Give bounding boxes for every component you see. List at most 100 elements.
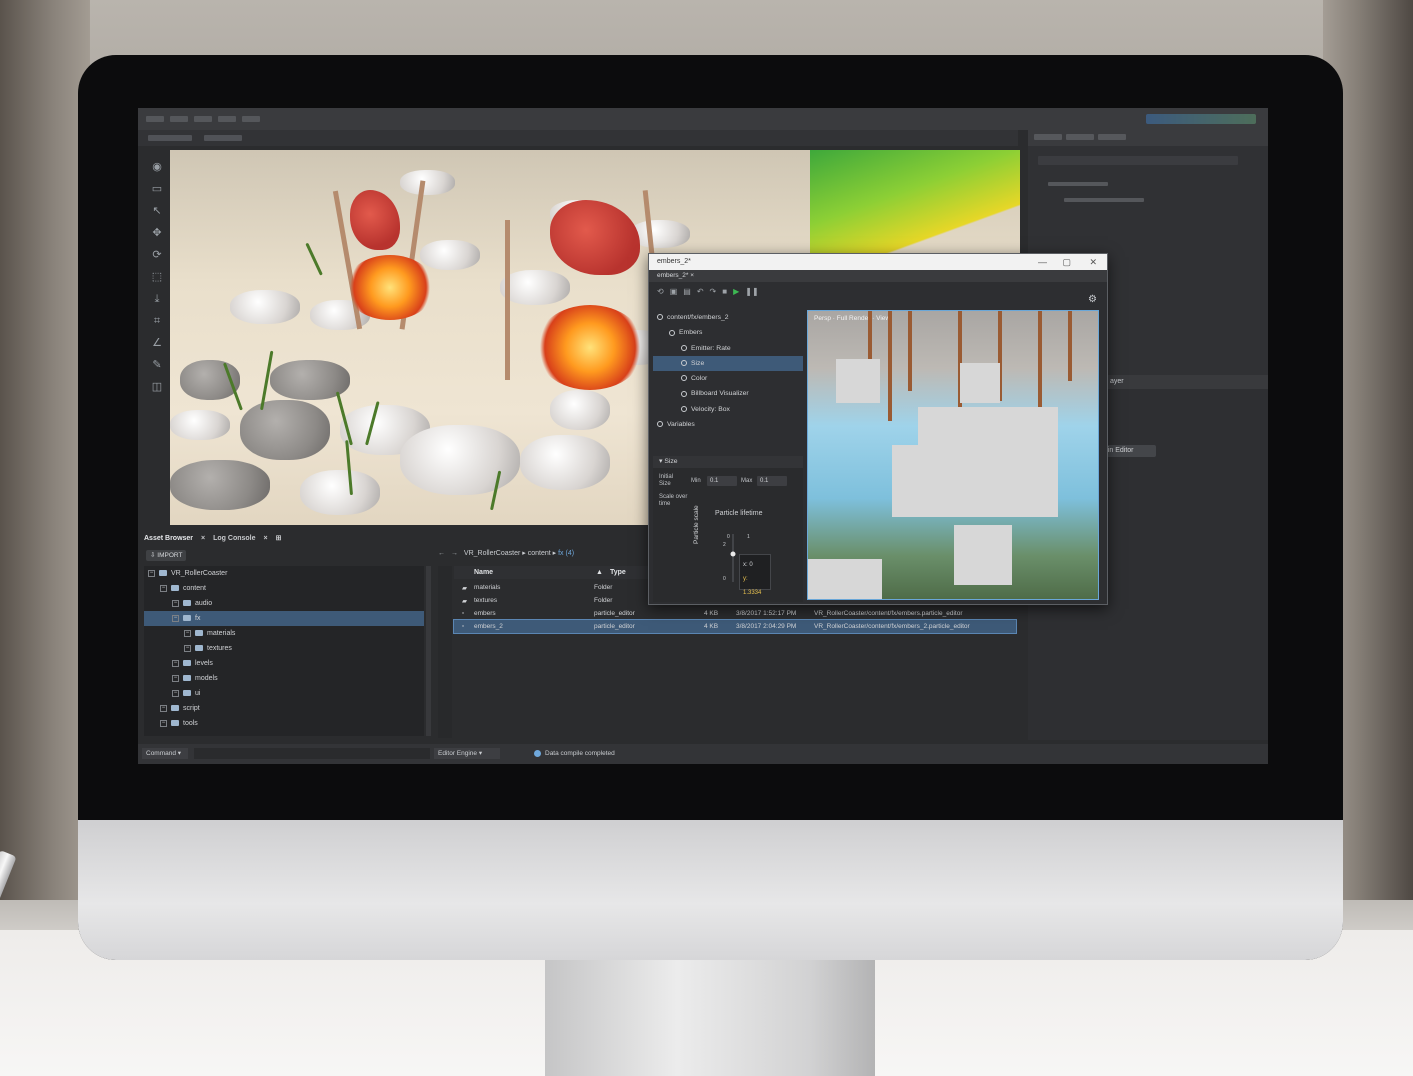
particle-tree-item[interactable]: Color: [653, 371, 803, 386]
particle-editor-titlebar[interactable]: embers_2* — ▢ ✕: [649, 254, 1107, 270]
particle-tree-item[interactable]: Velocity: Box: [653, 402, 803, 417]
size-section-header[interactable]: ▾ Size: [653, 456, 803, 468]
back-arrow-icon[interactable]: ←: [438, 550, 445, 557]
close-icon[interactable]: ×: [264, 535, 268, 542]
particle-tree-item[interactable]: Variables: [653, 417, 803, 432]
editor-tab[interactable]: embers_2*: [657, 272, 688, 279]
particle-tree-label: Velocity: Box: [691, 405, 730, 413]
brush-icon[interactable]: ✎: [150, 358, 164, 372]
close-icon[interactable]: ×: [201, 535, 205, 542]
column-type[interactable]: Type: [610, 569, 626, 576]
outliner-tab[interactable]: [1098, 134, 1126, 140]
snap-icon[interactable]: ⌗: [150, 314, 164, 328]
angle-icon[interactable]: ∠: [150, 336, 164, 350]
save-icon[interactable]: ▤: [683, 287, 691, 296]
tree-item[interactable]: − materials: [144, 626, 424, 641]
open-folder-icon[interactable]: ▣: [670, 287, 678, 296]
menu-item[interactable]: [242, 116, 260, 122]
command-dropdown[interactable]: Command ▾: [142, 748, 188, 759]
curve-keyframe[interactable]: [730, 551, 736, 557]
maximize-icon[interactable]: ▢: [1062, 254, 1071, 270]
viewport-tab[interactable]: [204, 135, 242, 141]
redo-icon[interactable]: ↷: [710, 287, 717, 296]
particle-tree-item[interactable]: Emitter: Rate: [653, 341, 803, 356]
import-button[interactable]: ⇩ IMPORT: [146, 550, 187, 561]
menu-item[interactable]: [194, 116, 212, 122]
menu-item[interactable]: [170, 116, 188, 122]
account-button[interactable]: [1146, 114, 1256, 124]
viewport-tab[interactable]: [148, 135, 192, 141]
tab-log-console[interactable]: Log Console: [213, 535, 255, 542]
expand-toggle-icon[interactable]: −: [172, 674, 179, 682]
camera-icon[interactable]: ▭: [150, 182, 164, 196]
file-row[interactable]: ▫ embers_2 particle_editor 4 KB 3/8/2017 2:0…: [453, 619, 1017, 634]
pointer-icon[interactable]: ↖: [150, 204, 164, 218]
rock: [240, 400, 330, 460]
tree-item[interactable]: − audio: [144, 596, 424, 611]
tooltip-x: x: 0: [743, 562, 753, 568]
outliner-item[interactable]: [1064, 198, 1144, 202]
scale-icon[interactable]: ⬚: [150, 270, 164, 284]
max-size-input[interactable]: 0.1: [757, 476, 787, 486]
file-row[interactable]: ▫ embers particle_editor 4 KB 3/8/2017 1:52:…: [454, 607, 1016, 620]
tree-item[interactable]: − ui: [144, 686, 424, 701]
open-in-editor-button[interactable]: n in Editor: [1100, 445, 1156, 457]
particle-tree-item[interactable]: content/fx/embers_2: [653, 310, 803, 325]
outliner-tab[interactable]: [1066, 134, 1094, 140]
place-icon[interactable]: ⤓: [150, 292, 164, 306]
engine-dropdown[interactable]: Editor Engine ▾: [434, 748, 500, 759]
new-icon[interactable]: ⟲: [657, 287, 664, 296]
min-size-input[interactable]: 0.1: [707, 476, 737, 486]
tree-item[interactable]: − content: [144, 581, 424, 596]
tree-item[interactable]: − fx: [144, 611, 424, 626]
move-icon[interactable]: ✥: [150, 226, 164, 240]
menu-item[interactable]: [146, 116, 164, 122]
menu-item[interactable]: [218, 116, 236, 122]
properties-tab[interactable]: ayer: [1110, 378, 1124, 385]
undo-icon[interactable]: ↶: [697, 287, 704, 296]
expand-toggle-icon[interactable]: −: [148, 569, 155, 577]
tree-item[interactable]: − models: [144, 671, 424, 686]
command-input[interactable]: [194, 748, 430, 759]
tree-item[interactable]: − script: [144, 701, 424, 716]
tree-item[interactable]: − textures: [144, 641, 424, 656]
breadcrumb-root[interactable]: VR_RollerCoaster: [464, 550, 520, 557]
sort-asc-icon[interactable]: ▲: [596, 569, 603, 576]
tab-asset-browser[interactable]: Asset Browser: [144, 535, 193, 542]
breadcrumb-mid[interactable]: content: [528, 550, 551, 557]
tree-scrollbar[interactable]: [426, 566, 431, 736]
tree-item[interactable]: − tools: [144, 716, 424, 731]
outliner-item[interactable]: [1048, 182, 1108, 186]
forward-arrow-icon[interactable]: →: [451, 550, 458, 557]
stop-icon[interactable]: ■: [722, 287, 727, 296]
expand-toggle-icon[interactable]: −: [184, 629, 191, 637]
expand-toggle-icon[interactable]: −: [160, 704, 167, 712]
expand-toggle-icon[interactable]: −: [172, 659, 179, 667]
minimize-icon[interactable]: —: [1038, 254, 1047, 270]
tree-item[interactable]: − VR_RollerCoaster: [144, 566, 424, 581]
particle-tree-item[interactable]: Embers: [653, 325, 803, 340]
outliner-tab[interactable]: [1034, 134, 1062, 140]
select-icon[interactable]: ◉: [150, 160, 164, 174]
expand-toggle-icon[interactable]: −: [160, 584, 167, 592]
expand-toggle-icon[interactable]: −: [184, 644, 191, 652]
pause-icon[interactable]: ❚❚: [745, 287, 758, 296]
gear-icon[interactable]: ⚙: [1088, 294, 1097, 305]
play-icon[interactable]: ▶: [733, 287, 739, 296]
particle-preview-viewport[interactable]: Persp · Full Render · View: [807, 310, 1099, 600]
outliner-search[interactable]: [1038, 156, 1238, 165]
cube-icon[interactable]: ◫: [150, 380, 164, 394]
add-tab-icon[interactable]: ⊞: [276, 534, 282, 542]
expand-toggle-icon[interactable]: −: [172, 599, 179, 607]
close-icon[interactable]: ✕: [1089, 254, 1097, 270]
expand-toggle-icon[interactable]: −: [172, 689, 179, 697]
tree-item[interactable]: − levels: [144, 656, 424, 671]
breadcrumb-leaf[interactable]: fx (4): [558, 550, 574, 557]
rotate-icon[interactable]: ⟳: [150, 248, 164, 262]
preview-view-label[interactable]: Persp · Full Render · View: [814, 315, 890, 322]
particle-tree-item[interactable]: Billboard Visualizer: [653, 386, 803, 401]
column-name[interactable]: Name: [474, 569, 493, 576]
particle-tree-item[interactable]: Size: [653, 355, 803, 372]
expand-toggle-icon[interactable]: −: [172, 614, 179, 622]
expand-toggle-icon[interactable]: −: [160, 719, 167, 727]
